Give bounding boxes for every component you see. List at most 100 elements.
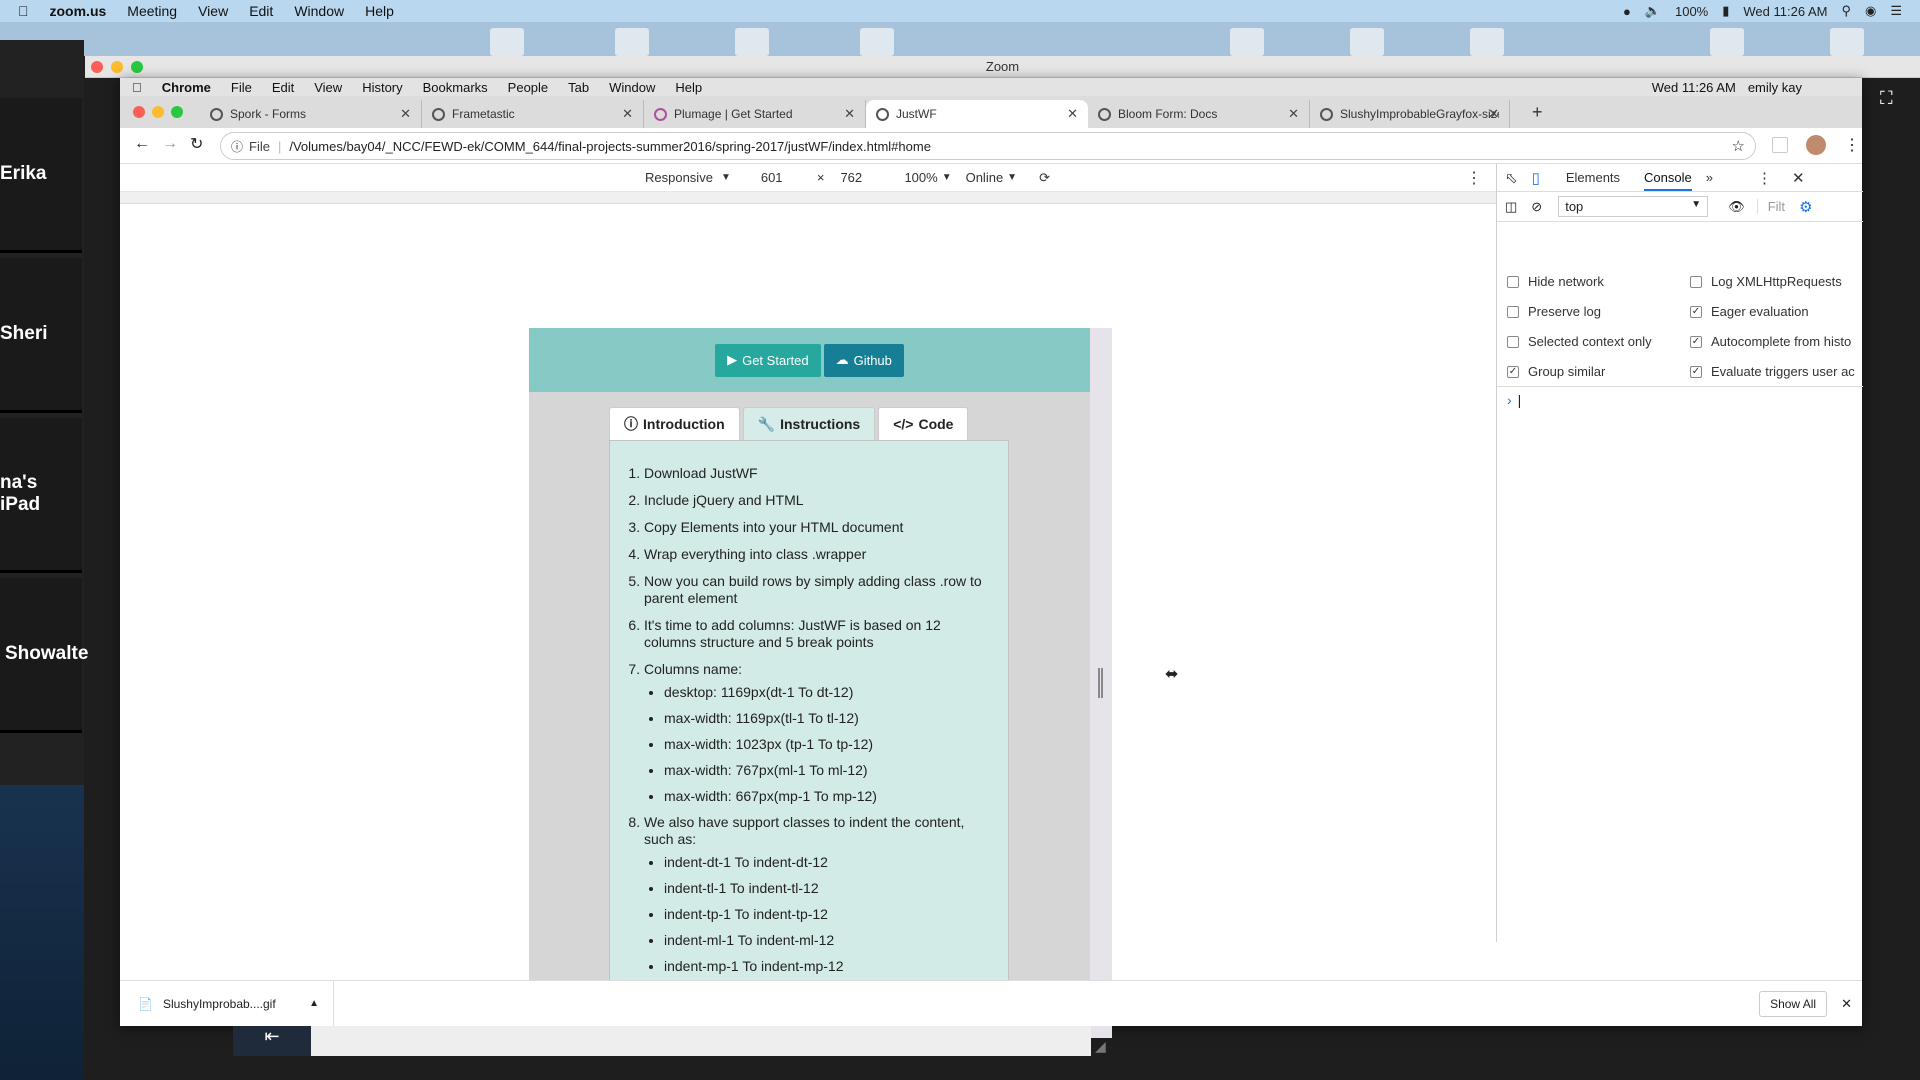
devtools-more-tabs[interactable]: » — [1706, 170, 1713, 185]
desktop-file-icon[interactable] — [735, 28, 769, 56]
viewport-resize-handle[interactable] — [1090, 328, 1112, 1038]
battery-percent[interactable]: 100% — [1675, 4, 1708, 19]
setting-evaluate-triggers[interactable]: ✓ Evaluate triggers user ac — [1690, 364, 1855, 379]
browser-tab[interactable]: Plumage | Get Started ✕ — [644, 100, 866, 128]
chrome-menu-icon[interactable]: ⋮ — [1844, 135, 1860, 155]
console-settings-gear-icon[interactable]: ⚙ — [1799, 198, 1812, 216]
get-started-button[interactable]: ▶ Get Started — [715, 343, 821, 377]
tab-introduction[interactable]: ⓘ Introduction — [609, 407, 740, 440]
desktop-file-icon[interactable] — [615, 28, 649, 56]
checkbox[interactable] — [1690, 275, 1702, 288]
desktop-file-icon[interactable] — [1350, 28, 1384, 56]
chrome-zoom-button[interactable] — [171, 106, 183, 118]
network-throttle-select[interactable]: Online — [966, 170, 1004, 185]
extension-icon[interactable] — [1772, 137, 1788, 153]
media-query-ruler[interactable] — [120, 192, 1496, 204]
device-toolbar-more-icon[interactable]: ⋮ — [1466, 168, 1482, 188]
forward-icon[interactable]: → — [162, 135, 178, 153]
browser-tab-active[interactable]: JustWF ✕ — [866, 100, 1088, 128]
reload-icon[interactable]: ↻ — [190, 134, 203, 154]
volume-icon[interactable]: 🔈 — [1645, 3, 1661, 19]
notification-center-icon[interactable]: ☰ — [1890, 3, 1902, 19]
devtools-close-icon[interactable]: ✕ — [1792, 169, 1805, 187]
spotlight-search-icon[interactable]: ⚲ — [1841, 3, 1851, 19]
show-all-button[interactable]: Show All — [1759, 990, 1828, 1017]
dropdown-caret-icon[interactable]: ▼ — [1007, 172, 1017, 183]
github-button[interactable]: ☁ Github — [823, 343, 904, 377]
apple-icon[interactable]:  — [132, 80, 142, 95]
zoom-level-select[interactable]: 100% — [904, 170, 937, 185]
browser-tab[interactable]: Bloom Form: Docs ✕ — [1088, 100, 1310, 128]
corner-resize-icon[interactable]: ◢ — [1095, 1038, 1106, 1055]
setting-eager-evaluation[interactable]: ✓ Eager evaluation — [1690, 304, 1809, 319]
bookmark-star-icon[interactable]: ☆ — [1732, 137, 1745, 155]
tab-close-icon[interactable]: ✕ — [622, 106, 633, 122]
browser-tab[interactable]: Spork - Forms ✕ — [200, 100, 422, 128]
checkbox[interactable] — [1507, 335, 1519, 348]
profile-avatar[interactable] — [1806, 135, 1826, 155]
chrome-menu-bookmarks[interactable]: Bookmarks — [423, 80, 488, 95]
setting-selected-context[interactable]: Selected context only — [1507, 334, 1652, 349]
setting-autocomplete[interactable]: ✓ Autocomplete from histo — [1690, 334, 1851, 349]
console-sidebar-icon[interactable]: ◫ — [1505, 199, 1517, 215]
checkbox-checked[interactable]: ✓ — [1690, 335, 1702, 348]
browser-tab[interactable]: Frametastic ✕ — [422, 100, 644, 128]
chrome-menu-file[interactable]: File — [231, 80, 252, 95]
info-icon[interactable]: ⓘ — [231, 138, 243, 155]
device-mode-select[interactable]: Responsive — [645, 170, 713, 185]
chrome-minimize-button[interactable] — [152, 106, 164, 118]
participant-tile[interactable]: Showalte — [0, 578, 88, 733]
tab-close-icon[interactable]: ✕ — [400, 106, 411, 122]
mac-menu-window[interactable]: Window — [294, 3, 344, 19]
zoom-window-button[interactable] — [131, 61, 143, 73]
inspect-element-icon[interactable]: ⬁ — [1505, 169, 1518, 187]
tab-code[interactable]: </> Code — [878, 407, 969, 440]
devtools-tab-console[interactable]: Console — [1644, 164, 1692, 191]
checkbox-checked[interactable]: ✓ — [1690, 305, 1702, 318]
setting-group-similar[interactable]: ✓ Group similar — [1507, 364, 1605, 379]
desktop-file-icon[interactable] — [1830, 28, 1864, 56]
dropdown-caret-icon[interactable]: ▼ — [721, 172, 731, 183]
device-width-input[interactable]: 601 — [761, 170, 801, 185]
device-toggle-icon[interactable]: ▯ — [1532, 169, 1540, 187]
download-item[interactable]: 📄 SlushyImprobab....gif ▲ — [120, 980, 334, 1027]
mac-menu-meeting[interactable]: Meeting — [127, 3, 177, 19]
mac-menu-app[interactable]: zoom.us — [50, 3, 107, 19]
chrome-menu-edit[interactable]: Edit — [272, 80, 294, 95]
devtools-tab-elements[interactable]: Elements — [1566, 170, 1620, 185]
mac-menu-help[interactable]: Help — [365, 3, 394, 19]
desktop-file-icon[interactable] — [1710, 28, 1744, 56]
browser-tab[interactable]: SlushyImprobableGrayfox-size ✕ — [1310, 100, 1510, 128]
checkbox[interactable] — [1507, 305, 1519, 318]
chrome-menu-view[interactable]: View — [314, 80, 342, 95]
checkbox-checked[interactable]: ✓ — [1507, 365, 1519, 378]
chrome-menu-app[interactable]: Chrome — [162, 80, 211, 95]
chrome-menu-history[interactable]: History — [362, 80, 402, 95]
wifi-icon[interactable]: ● — [1623, 4, 1631, 19]
chrome-close-button[interactable] — [133, 106, 145, 118]
chrome-menu-help[interactable]: Help — [675, 80, 702, 95]
battery-icon[interactable]: ▮ — [1722, 3, 1729, 19]
chrome-menu-window[interactable]: Window — [609, 80, 655, 95]
console-filter-input[interactable]: Filt — [1756, 199, 1785, 214]
setting-hide-network[interactable]: Hide network — [1507, 274, 1604, 289]
participant-tile[interactable]: Erika — [0, 98, 82, 253]
setting-preserve-log[interactable]: Preserve log — [1507, 304, 1601, 319]
participant-tile[interactable]: Sheri — [0, 258, 82, 413]
clear-console-icon[interactable]: ⊘ — [1531, 199, 1542, 215]
devtools-menu-icon[interactable]: ⋮ — [1757, 169, 1772, 187]
collapse-panel-button[interactable]: ⇤ — [233, 1026, 311, 1056]
address-bar[interactable]: ⓘ File | /Volumes/bay04/_NCC/FEWD-ek/COM… — [220, 132, 1756, 160]
close-downloads-icon[interactable]: ✕ — [1841, 996, 1852, 1012]
device-height-input[interactable]: 762 — [840, 170, 880, 185]
minimize-window-button[interactable] — [111, 61, 123, 73]
desktop-file-icon[interactable] — [490, 28, 524, 56]
mac-clock[interactable]: Wed 11:26 AM — [1743, 4, 1827, 19]
back-icon[interactable]: ← — [134, 135, 150, 153]
dropdown-caret-icon[interactable]: ▼ — [942, 172, 952, 183]
desktop-file-icon[interactable] — [1230, 28, 1264, 56]
console-input-cursor[interactable]: | — [1518, 392, 1522, 408]
chevron-up-icon[interactable]: ▲ — [309, 998, 319, 1009]
chrome-menubar-user[interactable]: emily kay — [1748, 80, 1802, 95]
participant-tile[interactable]: na's iPad — [0, 418, 82, 573]
